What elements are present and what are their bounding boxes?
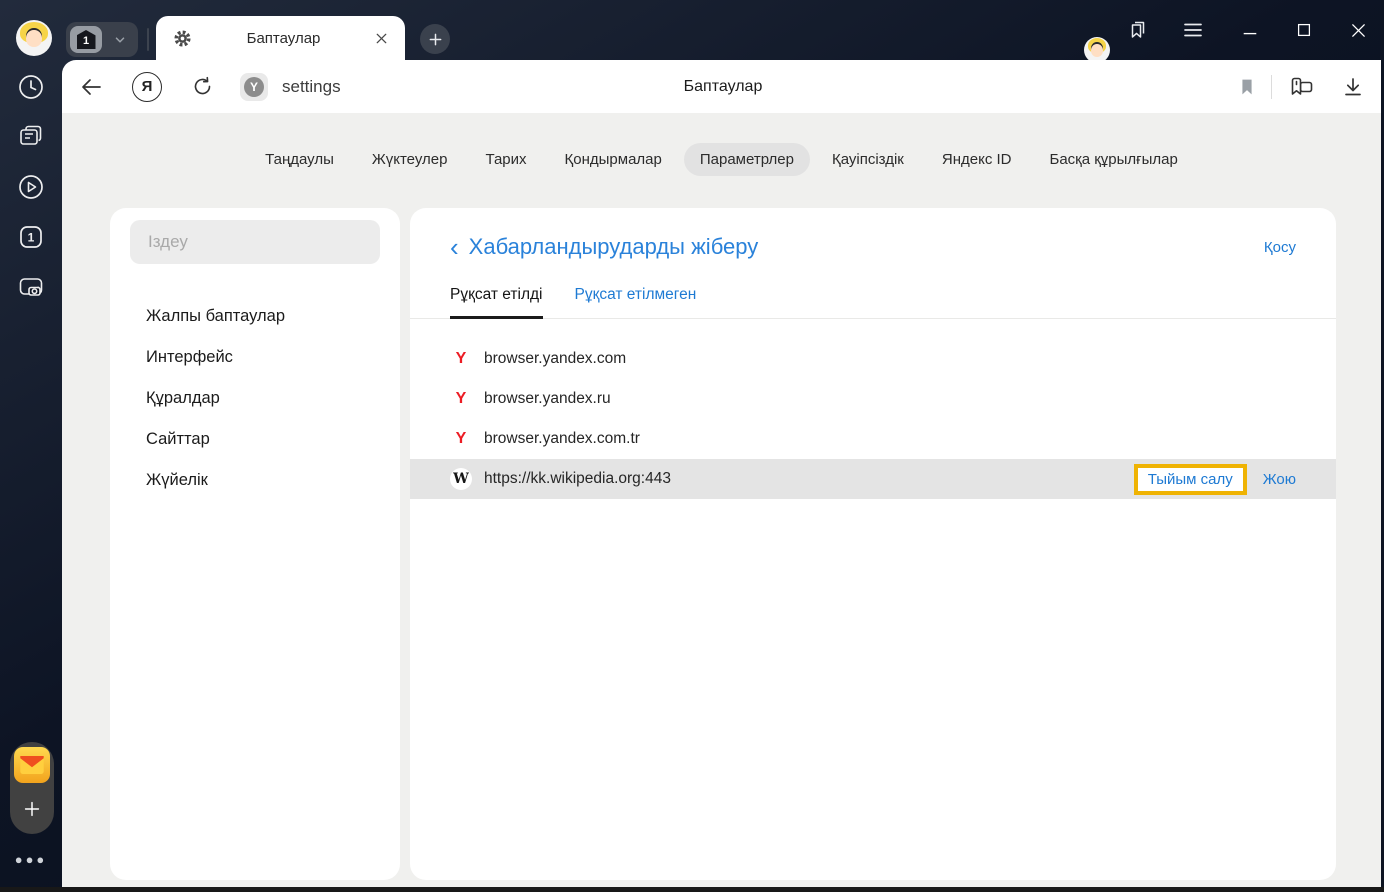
play-icon[interactable] [17, 173, 45, 201]
rail-more-button[interactable]: ●●● [0, 852, 62, 867]
close-button[interactable] [1344, 21, 1372, 40]
tab-title: Баптаулар [246, 29, 321, 47]
titlebar-controls [1068, 0, 1384, 63]
tab-counter[interactable]: 1 [66, 22, 138, 57]
minimize-button[interactable] [1236, 21, 1264, 39]
downloads-icon[interactable] [1340, 75, 1366, 99]
yandex-favicon-icon: Y [450, 388, 472, 410]
nav-item-history[interactable]: Тарих [469, 143, 542, 176]
tab-allowed[interactable]: Рұқсат етілді [450, 286, 543, 319]
site-row-wikipedia[interactable]: W https://kk.wikipedia.org:443 Тыйым сал… [410, 459, 1336, 499]
maximize-button[interactable] [1290, 21, 1318, 39]
page-favicon: Y [240, 72, 268, 101]
nav-item-other-devices[interactable]: Басқа құрылғылар [1033, 143, 1193, 176]
profile-avatar[interactable] [16, 20, 52, 56]
bookmark-icon[interactable] [1235, 76, 1259, 98]
tabs-count-icon[interactable]: 1 [17, 223, 45, 251]
sidebar-item-tools[interactable]: Құралдар [110, 378, 400, 419]
bookmarks-panel-icon[interactable] [1124, 17, 1152, 43]
browser-toolbar: Я Y settings Баптаулар [62, 60, 1384, 113]
tab-settings[interactable]: Баптаулар [156, 16, 405, 60]
sidebar-item-sites[interactable]: Сайттар [110, 419, 400, 460]
settings-page: Таңдаулы Жүктеулер Тарих Қондырмалар Пар… [62, 113, 1381, 887]
history-icon[interactable] [17, 73, 45, 101]
window-bottom-edge [0, 887, 1384, 892]
sidebar-item-interface[interactable]: Интерфейс [110, 337, 400, 378]
toolbar-divider [1271, 74, 1272, 99]
side-rail: 1 ●●● [0, 0, 62, 892]
tab-blocked[interactable]: Рұқсат етілмеген [575, 286, 697, 318]
notes-icon[interactable] [17, 123, 45, 151]
sidebar-item-system[interactable]: Жүйелік [110, 460, 400, 501]
delete-link[interactable]: Жою [1263, 471, 1296, 488]
site-row[interactable]: Y browser.yandex.com [410, 339, 1336, 379]
site-domain: https://kk.wikipedia.org:443 [484, 470, 671, 487]
site-domain: browser.yandex.com [484, 350, 627, 367]
collections-icon[interactable] [1284, 74, 1318, 100]
allowed-sites-list: Y browser.yandex.com Y browser.yandex.ru… [410, 339, 1336, 499]
site-domain: browser.yandex.ru [484, 390, 611, 407]
add-app-button[interactable] [10, 783, 54, 834]
address-bar[interactable]: settings [282, 77, 341, 97]
row-actions: Тыйым салу Жою [1133, 463, 1296, 495]
yandex-mail-icon[interactable] [14, 747, 50, 783]
menu-icon[interactable] [1180, 18, 1206, 42]
nav-item-extensions[interactable]: Қондырмалар [549, 143, 678, 176]
nav-item-security[interactable]: Қауіпсіздік [816, 143, 920, 176]
tab-counter-value: 1 [76, 30, 96, 49]
site-domain: browser.yandex.com.tr [484, 430, 640, 447]
sidebar-item-general[interactable]: Жалпы баптаулар [110, 296, 400, 337]
block-button[interactable]: Тыйым салу [1133, 463, 1247, 495]
tab-close-icon[interactable] [374, 31, 389, 46]
sidebar-apps-dock [10, 742, 54, 834]
screenshot-icon[interactable] [17, 273, 45, 301]
new-tab-button[interactable] [420, 24, 450, 54]
back-icon[interactable] [76, 75, 106, 99]
chevron-down-icon[interactable] [102, 33, 138, 47]
tabstrip-divider [147, 28, 149, 51]
notifications-panel: ‹ Хабарландырударды жіберу Қосу Рұқсат е… [410, 208, 1336, 880]
tab-counter-button[interactable]: 1 [70, 26, 102, 53]
nav-item-favorites[interactable]: Таңдаулы [249, 143, 350, 176]
yandex-favicon-icon: Y [450, 428, 472, 450]
yandex-logo-icon[interactable]: Я [132, 71, 162, 102]
back-chevron-icon[interactable]: ‹ [450, 234, 459, 260]
wikipedia-favicon-icon: W [450, 468, 472, 490]
panel-back-title[interactable]: ‹ Хабарландырударды жіберу [450, 234, 758, 260]
nav-item-downloads[interactable]: Жүктеулер [356, 143, 464, 176]
site-row[interactable]: Y browser.yandex.com.tr [410, 419, 1336, 459]
settings-sections: Жалпы баптаулар Интерфейс Құралдар Сайтт… [110, 296, 400, 501]
yandex-favicon-icon: Y [450, 348, 472, 370]
panel-title: Хабарландырударды жіберу [468, 234, 759, 259]
nav-item-yandex-id[interactable]: Яндекс ID [926, 143, 1028, 176]
refresh-icon[interactable] [188, 75, 216, 98]
add-site-link[interactable]: Қосу [1264, 239, 1296, 256]
nav-item-settings[interactable]: Параметрлер [683, 143, 810, 176]
settings-nav: Таңдаулы Жүктеулер Тарих Қондырмалар Пар… [62, 143, 1381, 176]
permission-tabs: Рұқсат етілді Рұқсат етілмеген [410, 286, 1336, 319]
search-input[interactable] [130, 220, 380, 264]
svg-text:1: 1 [28, 231, 35, 245]
gear-icon [172, 28, 193, 49]
site-row[interactable]: Y browser.yandex.ru [410, 379, 1336, 419]
settings-sidebar: Жалпы баптаулар Интерфейс Құралдар Сайтт… [110, 208, 400, 880]
